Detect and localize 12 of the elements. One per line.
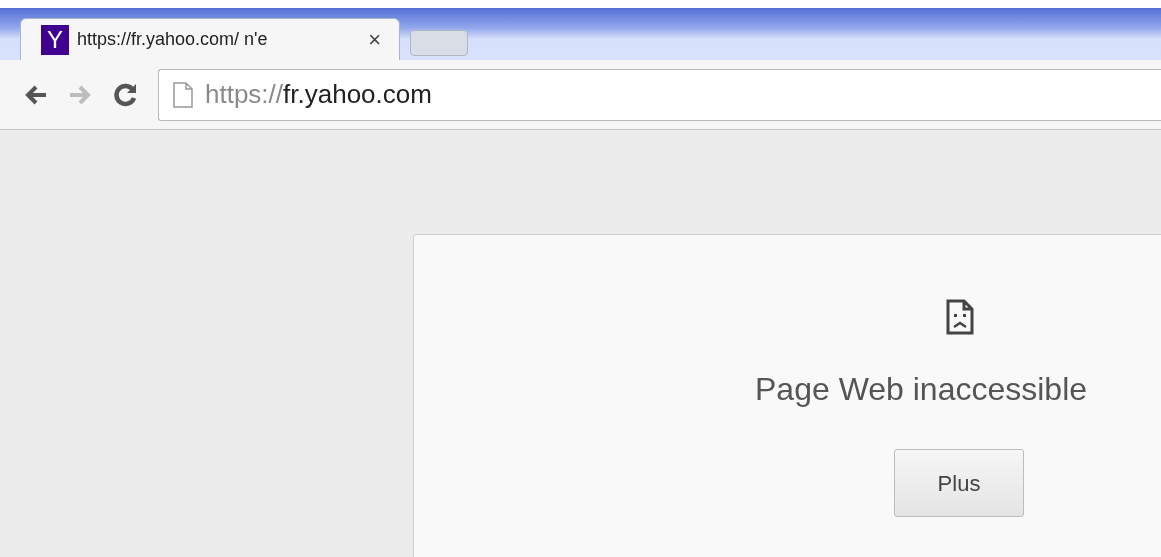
error-title: Page Web inaccessible xyxy=(755,370,1089,409)
url-text: https://fr.yahoo.com xyxy=(205,78,432,111)
favicon-icon: Y xyxy=(41,24,69,55)
page-icon xyxy=(173,81,193,108)
browser-tab[interactable]: Y https://fr.yahoo.com/ n'e × xyxy=(20,18,400,60)
address-field[interactable]: https://fr.yahoo.com xyxy=(158,68,1161,121)
reload-icon[interactable] xyxy=(112,81,138,108)
close-tab-button[interactable]: × xyxy=(368,28,381,51)
sad-page-icon xyxy=(946,299,974,335)
more-button[interactable]: Plus xyxy=(894,449,1024,517)
back-icon[interactable] xyxy=(24,83,48,106)
tab-title: https://fr.yahoo.com/ n'e xyxy=(77,28,269,51)
